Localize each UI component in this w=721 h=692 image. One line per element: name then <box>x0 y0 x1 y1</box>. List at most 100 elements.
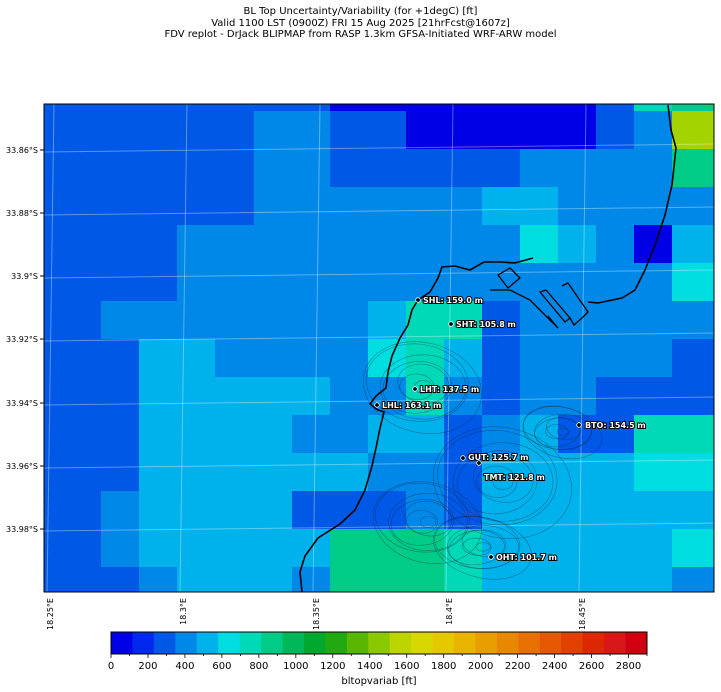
grid-cell <box>44 377 102 416</box>
grid-cell <box>482 187 521 226</box>
colorbar-swatch <box>475 632 498 654</box>
grid-cell <box>292 263 331 302</box>
map-canvas: 33.86°S 33.88°S 33.9°S 33.92°S 33.94°S 33.96°… <box>6 103 715 687</box>
grid-cell <box>215 149 255 188</box>
grid-cell <box>101 377 140 416</box>
colorbar-swatch <box>261 632 283 654</box>
grid-cell <box>634 339 673 378</box>
grid-cell <box>139 491 178 530</box>
grid-cell <box>406 111 445 150</box>
station-label: GUT: 125.7 m <box>468 453 529 462</box>
grid-cell <box>634 529 673 568</box>
grid-cell <box>177 104 216 112</box>
grid-cell <box>101 187 140 226</box>
grid-cell <box>368 104 407 112</box>
grid-cell <box>368 567 407 593</box>
grid-cell <box>44 111 102 150</box>
grid-cell <box>444 187 483 226</box>
grid-cell <box>215 263 255 302</box>
colorbar-swatch <box>539 632 562 654</box>
colorbar-tick-label: 0 <box>108 661 114 672</box>
grid-cell <box>558 529 597 568</box>
colorbar-tick-label: 2200 <box>505 661 530 672</box>
grid-cell <box>330 111 369 150</box>
grid-cell <box>101 529 140 568</box>
grid-cell <box>139 453 178 492</box>
colorbar-swatch <box>132 632 155 654</box>
lon-tick-label: 18.3°E <box>179 598 188 625</box>
grid-cell <box>44 567 102 593</box>
colorbar-tick-label: 2800 <box>616 661 641 672</box>
grid-cell <box>254 415 293 454</box>
grid-cell <box>215 301 255 340</box>
grid-cell <box>254 104 293 112</box>
grid-cell <box>596 104 635 112</box>
grid-cell <box>368 149 407 188</box>
grid-cell <box>292 453 331 492</box>
grid-cell <box>101 415 140 454</box>
colorbar-swatch <box>196 632 219 654</box>
grid-cell <box>292 415 331 454</box>
colorbar-swatch <box>561 632 584 654</box>
grid-cell <box>330 567 369 593</box>
grid-cell <box>254 377 293 416</box>
grid-cell <box>444 111 483 150</box>
grid-cell <box>596 225 635 264</box>
grid-cell <box>177 149 216 188</box>
grid-cell <box>520 567 559 593</box>
grid-cell <box>101 567 140 593</box>
station-label: LHL: 163.1 m <box>382 401 441 410</box>
grid-cell <box>444 567 483 593</box>
grid-cell <box>558 567 597 593</box>
grid-cell <box>139 225 178 264</box>
grid-cell <box>634 567 673 593</box>
grid-cell <box>139 111 178 150</box>
grid-cell <box>634 111 673 150</box>
grid-cell <box>139 339 178 378</box>
grid-cell <box>444 104 483 112</box>
grid-cell <box>177 529 216 568</box>
grid-cell <box>634 377 673 416</box>
grid-cell <box>101 491 140 530</box>
grid-cell <box>139 415 178 454</box>
lat-tick-label: 33.92°S <box>6 335 38 344</box>
grid-cell <box>177 111 216 150</box>
grid-cell <box>215 111 255 150</box>
station-label: TMT: 121.8 m <box>484 473 545 482</box>
grid-cell <box>254 149 293 188</box>
grid-cell <box>520 187 559 226</box>
colorbar-swatch <box>346 632 369 654</box>
colorbar-tick-label: 1200 <box>320 661 345 672</box>
grid-cell <box>520 111 559 150</box>
grid-cell <box>177 301 216 340</box>
grid-cell <box>292 111 331 150</box>
grid-cell <box>482 225 521 264</box>
grid-cell <box>368 529 407 568</box>
grid-cell <box>368 225 407 264</box>
station-dot <box>488 554 494 560</box>
grid-cell <box>330 149 369 188</box>
grid-cell <box>596 339 635 378</box>
grid-cell <box>596 187 635 226</box>
grid-cell <box>292 225 331 264</box>
grid-cell <box>634 225 673 264</box>
station-dot <box>460 455 466 461</box>
grid-cell <box>330 263 369 302</box>
colorbar-swatch <box>325 632 348 654</box>
grid-cell <box>672 529 715 568</box>
grid-cell <box>215 225 255 264</box>
grid-cell <box>330 377 369 416</box>
grid-cell <box>520 263 559 302</box>
grid-cell <box>254 301 293 340</box>
grid-cell <box>482 415 521 454</box>
grid-cell <box>444 149 483 188</box>
colorbar-swatch <box>411 632 433 654</box>
grid-cell <box>215 377 255 416</box>
colorbar-swatch <box>303 632 326 654</box>
grid-cell <box>672 149 715 188</box>
grid-cell <box>101 111 140 150</box>
grid-cell <box>558 377 597 416</box>
grid-cell <box>177 187 216 226</box>
grid-cell <box>254 263 293 302</box>
grid-cell <box>596 567 635 593</box>
